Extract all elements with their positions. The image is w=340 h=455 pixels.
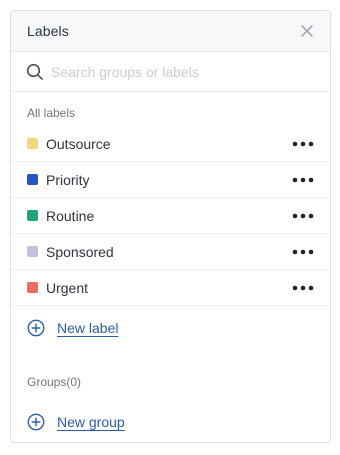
label-menu-button[interactable] bbox=[290, 206, 314, 226]
label-item-urgent[interactable]: Urgent bbox=[11, 270, 330, 306]
groups-heading: Groups(0) bbox=[27, 375, 82, 389]
more-horizontal-icon bbox=[292, 285, 314, 290]
label-menu-button[interactable] bbox=[290, 242, 314, 262]
more-horizontal-icon bbox=[292, 249, 314, 254]
label-name: Urgent bbox=[46, 279, 89, 296]
labels-panel: Labels All labels Outsource bbox=[10, 10, 331, 443]
label-name: Priority bbox=[46, 171, 90, 188]
labels-list: Outsource Priority Routine Sponsored Urg… bbox=[11, 126, 330, 306]
label-menu-button[interactable] bbox=[290, 170, 314, 190]
search-bar bbox=[11, 52, 330, 92]
label-item-routine[interactable]: Routine bbox=[11, 198, 330, 234]
label-color-swatch bbox=[27, 210, 38, 221]
new-group-button[interactable]: New group bbox=[11, 400, 330, 442]
new-label-button[interactable]: New label bbox=[11, 306, 330, 350]
label-name: Outsource bbox=[46, 135, 111, 152]
label-color-swatch bbox=[27, 282, 38, 293]
close-button[interactable] bbox=[300, 24, 314, 38]
label-item-sponsored[interactable]: Sponsored bbox=[11, 234, 330, 270]
more-horizontal-icon bbox=[292, 177, 314, 182]
label-color-swatch bbox=[27, 174, 38, 185]
new-group-link[interactable]: New group bbox=[57, 414, 125, 430]
all-labels-heading: All labels bbox=[27, 106, 76, 120]
label-color-swatch bbox=[27, 246, 38, 257]
add-circle-icon bbox=[27, 319, 45, 337]
more-horizontal-icon bbox=[292, 213, 314, 218]
label-item-priority[interactable]: Priority bbox=[11, 162, 330, 198]
label-item-outsource[interactable]: Outsource bbox=[11, 126, 330, 162]
label-name: Sponsored bbox=[46, 243, 114, 260]
panel-header: Labels bbox=[11, 11, 330, 52]
label-name: Routine bbox=[46, 207, 95, 224]
label-menu-button[interactable] bbox=[290, 134, 314, 154]
close-icon bbox=[301, 25, 313, 37]
add-circle-icon bbox=[27, 413, 45, 431]
new-label-link[interactable]: New label bbox=[57, 320, 118, 336]
label-menu-button[interactable] bbox=[290, 278, 314, 298]
search-input[interactable] bbox=[51, 63, 301, 80]
search-icon bbox=[25, 62, 45, 82]
panel-title: Labels bbox=[27, 23, 69, 39]
more-horizontal-icon bbox=[292, 141, 314, 146]
label-color-swatch bbox=[27, 138, 38, 149]
